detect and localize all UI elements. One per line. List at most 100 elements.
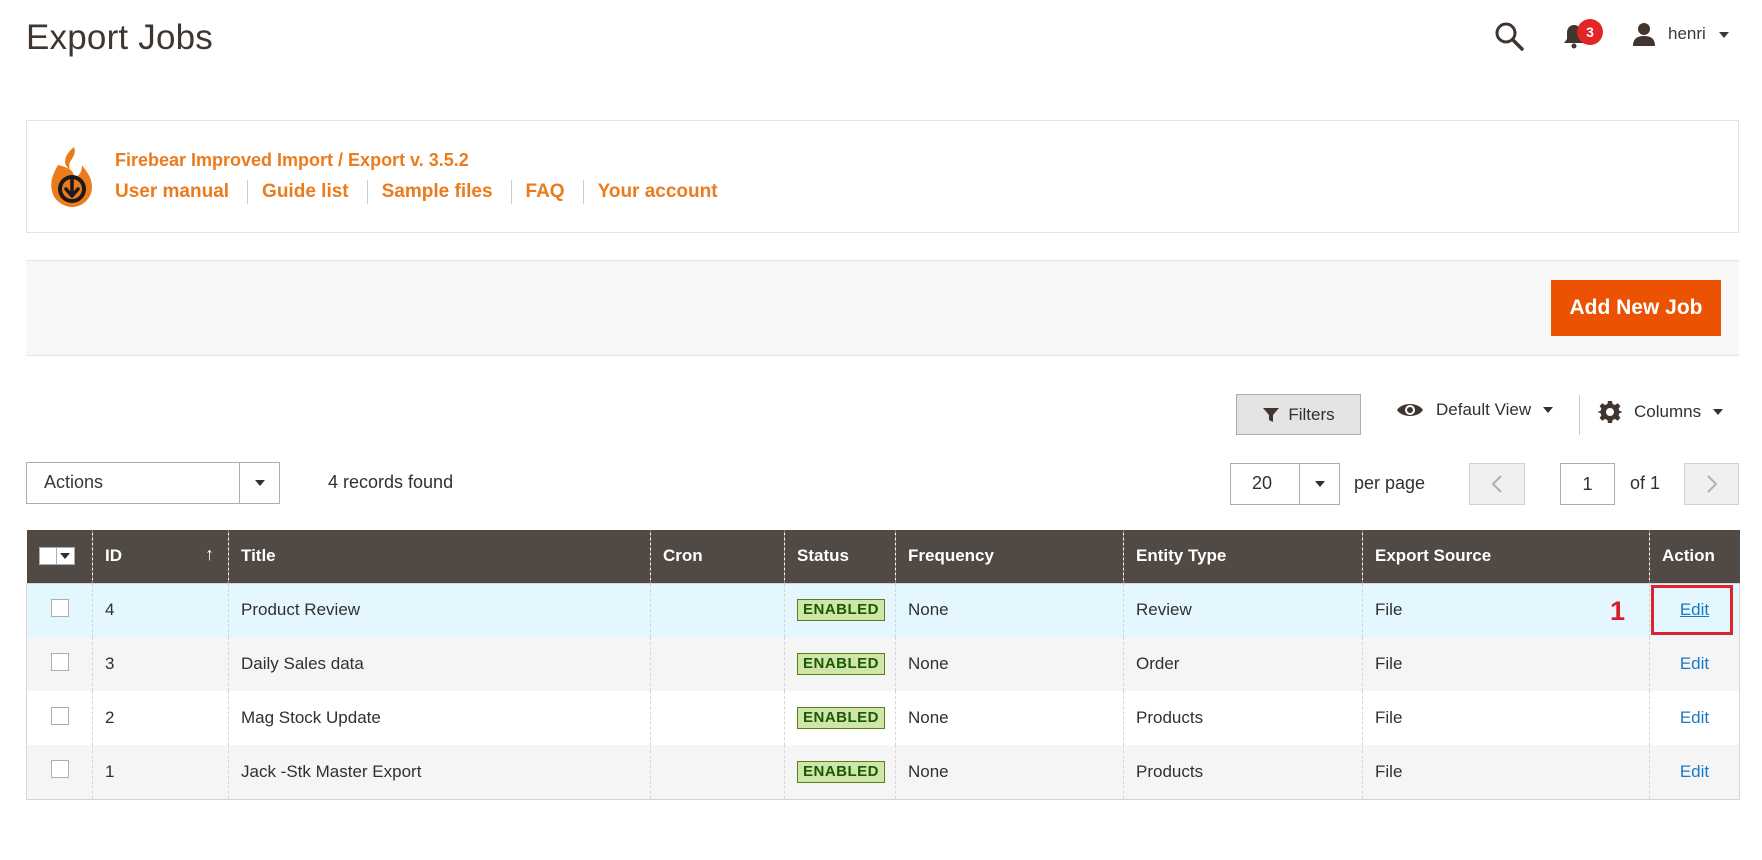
per-page-value: 20 — [1252, 473, 1273, 493]
cell-title: Product Review — [228, 583, 651, 637]
table-row[interactable]: 1 Jack -Stk Master Export ENABLED None P… — [26, 745, 1740, 800]
guide-list-link[interactable]: Guide list — [262, 181, 349, 203]
filter-icon — [1263, 407, 1280, 422]
select-all-dropdown[interactable] — [56, 547, 75, 566]
chevron-down-icon[interactable] — [1719, 32, 1729, 38]
columns-label: Columns — [1634, 402, 1702, 421]
chevron-left-icon — [1491, 475, 1502, 493]
cell-entity-type: Products — [1123, 691, 1363, 745]
cell-frequency: None — [895, 691, 1124, 745]
firebear-links: User manual Guide list Sample files FAQ … — [115, 180, 718, 204]
per-page-toggle[interactable] — [1299, 464, 1339, 504]
cell-frequency: None — [895, 637, 1124, 691]
cell-title: Daily Sales data — [228, 637, 651, 691]
table-row[interactable]: 3 Daily Sales data ENABLED None Order Fi… — [26, 637, 1740, 691]
cell-entity-type: Products — [1123, 745, 1363, 800]
cell-export-source: File — [1362, 745, 1650, 800]
chevron-down-icon — [254, 480, 265, 486]
mass-actions-label: Actions — [44, 472, 104, 492]
table-row[interactable]: 2 Mag Stock Update ENABLED None Products… — [26, 691, 1740, 745]
cell-id: 3 — [92, 637, 229, 691]
cell-cron — [650, 637, 785, 691]
column-header-action: Action — [1649, 530, 1740, 583]
cell-export-source: File — [1362, 691, 1650, 745]
row-checkbox[interactable] — [50, 652, 69, 671]
cell-title: Mag Stock Update — [228, 691, 651, 745]
cell-cron — [650, 583, 785, 637]
filters-label: Filters — [1288, 404, 1335, 424]
cell-cron — [650, 691, 785, 745]
cell-cron — [650, 745, 785, 800]
link-divider — [510, 180, 512, 204]
gear-icon — [1598, 401, 1622, 423]
cell-export-source: File — [1362, 637, 1650, 691]
cell-frequency: None — [895, 583, 1124, 637]
user-manual-link[interactable]: User manual — [115, 181, 229, 203]
annotation-number: 1 — [1610, 596, 1626, 626]
user-name[interactable]: henri — [1668, 24, 1706, 44]
column-header-status[interactable]: Status — [784, 530, 896, 583]
add-new-job-button[interactable]: Add New Job — [1551, 280, 1721, 336]
column-header-entity-type[interactable]: Entity Type — [1123, 530, 1363, 583]
total-pages-label: of 1 — [1630, 473, 1661, 493]
firebear-logo-icon — [44, 145, 96, 209]
column-header-export-source[interactable]: Export Source — [1362, 530, 1650, 583]
search-icon[interactable] — [1493, 20, 1525, 52]
chevron-down-icon — [60, 553, 70, 560]
link-divider — [366, 180, 368, 204]
default-view-dropdown[interactable]: Default View — [1396, 400, 1554, 420]
firebear-title: Firebear Improved Import / Export v. 3.5… — [115, 150, 469, 170]
column-header-cron[interactable]: Cron — [650, 530, 785, 583]
row-checkbox[interactable] — [50, 760, 69, 779]
cell-entity-type: Review — [1123, 583, 1363, 637]
user-icon[interactable] — [1630, 20, 1658, 48]
eye-icon — [1397, 404, 1423, 416]
status-badge: ENABLED — [797, 707, 886, 729]
annotation-highlight-box — [1651, 585, 1733, 635]
status-badge: ENABLED — [797, 760, 886, 783]
export-jobs-grid: ID ↑ Title Cron Status Frequency Entity T… — [26, 530, 1740, 800]
faq-link[interactable]: FAQ — [526, 181, 565, 203]
records-count: 4 records found — [328, 472, 454, 492]
column-header-frequency[interactable]: Frequency — [895, 530, 1124, 583]
status-badge: ENABLED — [797, 599, 886, 622]
select-all-checkbox[interactable] — [38, 547, 57, 566]
table-row[interactable]: 4 Product Review ENABLED None Review Fil… — [26, 583, 1740, 637]
cell-frequency: None — [895, 745, 1124, 800]
column-header-id[interactable]: ID ↑ — [92, 530, 229, 583]
column-header-title[interactable]: Title — [228, 530, 651, 583]
your-account-link[interactable]: Your account — [598, 181, 718, 203]
grid-header-row: ID ↑ Title Cron Status Frequency Entity T… — [26, 530, 1740, 583]
mass-select-header[interactable] — [26, 530, 93, 583]
per-page-label: per page — [1354, 473, 1426, 493]
chevron-right-icon — [1706, 475, 1717, 493]
status-badge: ENABLED — [797, 653, 886, 675]
notification-badge[interactable]: 3 — [1577, 19, 1603, 45]
cell-title: Jack -Stk Master Export — [228, 745, 651, 800]
next-page-button[interactable] — [1684, 463, 1739, 505]
edit-link[interactable]: Edit — [1680, 654, 1709, 673]
mass-actions-toggle[interactable] — [239, 463, 279, 503]
chevron-down-icon — [1713, 409, 1724, 415]
cell-id: 2 — [92, 691, 229, 745]
previous-page-button[interactable] — [1469, 463, 1525, 505]
cell-id: 1 — [92, 745, 229, 800]
edit-link[interactable]: Edit — [1680, 762, 1709, 781]
page-number-input[interactable] — [1560, 463, 1615, 505]
link-divider — [582, 180, 584, 204]
row-checkbox[interactable] — [50, 598, 69, 617]
sort-ascending-icon: ↑ — [205, 544, 214, 564]
page-actions-bar — [26, 260, 1739, 356]
columns-dropdown[interactable]: Columns — [1598, 400, 1724, 424]
toolbar-divider — [1579, 395, 1580, 435]
default-view-label: Default View — [1436, 400, 1532, 419]
cell-id: 4 — [92, 583, 229, 637]
cell-entity-type: Order — [1123, 637, 1363, 691]
cell-export-source: File — [1362, 583, 1650, 637]
filters-button[interactable]: Filters — [1236, 394, 1361, 435]
sample-files-link[interactable]: Sample files — [382, 181, 493, 203]
page-title: Export Jobs — [26, 18, 214, 57]
chevron-down-icon — [1543, 407, 1554, 413]
row-checkbox[interactable] — [50, 706, 69, 725]
edit-link[interactable]: Edit — [1680, 708, 1709, 727]
